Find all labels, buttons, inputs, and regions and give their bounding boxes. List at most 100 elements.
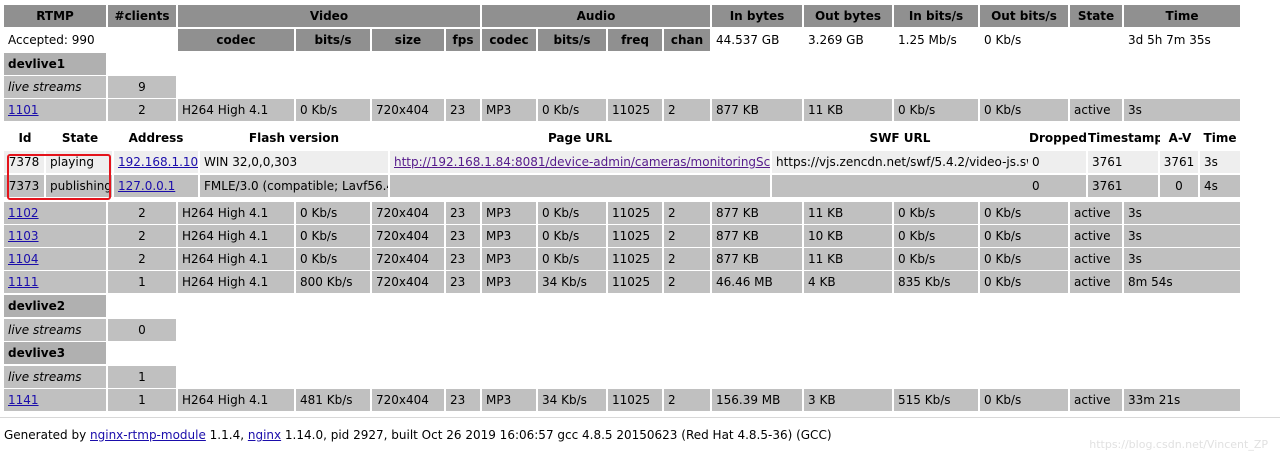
stream-out-bytes: 11 KB: [804, 202, 892, 224]
stream-fps: 23: [446, 248, 480, 270]
stream-audio-bits: 0 Kb/s: [538, 99, 606, 121]
stream-video-codec: H264 High 4.1: [178, 99, 294, 121]
stream-chan: 2: [664, 248, 710, 270]
client-header-timestamp: Timestamp: [1088, 127, 1160, 149]
stream-link-1111[interactable]: 1111: [4, 271, 106, 293]
header-state: State: [1070, 5, 1122, 27]
header-rtmp: RTMP: [4, 5, 106, 27]
stream-in-bytes: 156.39 MB: [712, 389, 802, 411]
stream-state: active: [1070, 389, 1122, 411]
footer: Generated by nginx-rtmp-module 1.1.4, ng…: [4, 427, 832, 443]
live-streams-label: live streams: [4, 319, 106, 341]
stream-in-bits: 0 Kb/s: [894, 225, 978, 247]
stream-link-1141[interactable]: 1141: [4, 389, 106, 411]
stream-in-bits: 835 Kb/s: [894, 271, 978, 293]
subheader-freq: freq: [608, 29, 662, 51]
client-dropped: 0: [1028, 151, 1086, 173]
stream-out-bits: 0 Kb/s: [980, 248, 1068, 270]
stream-out-bits: 0 Kb/s: [980, 225, 1068, 247]
client-header-state: State: [46, 127, 114, 149]
stream-video-codec: H264 High 4.1: [178, 271, 294, 293]
client-address-link[interactable]: 127.0.0.1: [114, 175, 198, 197]
stream-freq: 11025: [608, 389, 662, 411]
nginx-rtmp-module-link[interactable]: nginx-rtmp-module: [90, 428, 206, 442]
stream-time: 3s: [1124, 248, 1240, 270]
stream-chan: 2: [664, 99, 710, 121]
client-page-url-link[interactable]: http://192.168.1.84:8081/device-admin/ca…: [390, 151, 770, 173]
stream-size: 720x404: [372, 202, 444, 224]
stream-chan: 2: [664, 202, 710, 224]
stream-audio-codec: MP3: [482, 99, 536, 121]
client-av: 3761: [1160, 151, 1198, 173]
stream-fps: 23: [446, 202, 480, 224]
stream-size: 720x404: [372, 389, 444, 411]
stream-video-codec: H264 High 4.1: [178, 225, 294, 247]
summary-uptime: 3d 5h 7m 35s: [1128, 33, 1211, 47]
stream-clients: 2: [108, 99, 176, 121]
client-dropped: 0: [1028, 175, 1086, 197]
stream-audio-bits: 0 Kb/s: [538, 202, 606, 224]
live-streams-count: 0: [108, 319, 176, 341]
header-in-bits: In bits/s: [894, 5, 978, 27]
stream-clients: 1: [108, 389, 176, 411]
stream-state: active: [1070, 271, 1122, 293]
client-header-av: A-V: [1160, 127, 1200, 149]
client-page-url: [390, 175, 770, 197]
stream-link-1103[interactable]: 1103: [4, 225, 106, 247]
stream-freq: 11025: [608, 271, 662, 293]
stream-size: 720x404: [372, 99, 444, 121]
client-header-swf-url: SWF URL: [772, 127, 1028, 149]
stream-clients: 1: [108, 271, 176, 293]
stream-out-bits: 0 Kb/s: [980, 389, 1068, 411]
stream-in-bytes: 877 KB: [712, 99, 802, 121]
footer-text: Generated by: [4, 428, 91, 442]
stream-link-1102[interactable]: 1102: [4, 202, 106, 224]
subheader-size: size: [372, 29, 444, 51]
stream-clients: 2: [108, 248, 176, 270]
client-address-link[interactable]: 192.168.1.104: [114, 151, 198, 173]
client-timestamp: 3761: [1088, 151, 1158, 173]
stream-size: 720x404: [372, 271, 444, 293]
client-av: 0: [1160, 175, 1198, 197]
stream-time: 3s: [1124, 225, 1240, 247]
stream-audio-bits: 0 Kb/s: [538, 248, 606, 270]
stream-out-bytes: 3 KB: [804, 389, 892, 411]
stream-clients: 2: [108, 225, 176, 247]
stream-video-bits: 0 Kb/s: [296, 202, 370, 224]
stream-video-codec: H264 High 4.1: [178, 389, 294, 411]
client-header-dropped: Dropped: [1028, 127, 1088, 149]
stream-in-bytes: 877 KB: [712, 225, 802, 247]
client-header-flash: Flash version: [200, 127, 388, 149]
live-streams-count: 1: [108, 366, 176, 388]
stream-audio-codec: MP3: [482, 271, 536, 293]
subheader-audio-bits: bits/s: [538, 29, 606, 51]
stream-fps: 23: [446, 271, 480, 293]
client-time: 4s: [1200, 175, 1240, 197]
stream-out-bytes: 4 KB: [804, 271, 892, 293]
stream-freq: 11025: [608, 202, 662, 224]
nginx-link[interactable]: nginx: [248, 428, 281, 442]
stream-chan: 2: [664, 271, 710, 293]
stream-time: 33m 21s: [1124, 389, 1240, 411]
stream-state: active: [1070, 202, 1122, 224]
stream-link-1104[interactable]: 1104: [4, 248, 106, 270]
stream-video-bits: 800 Kb/s: [296, 271, 370, 293]
live-streams-label: live streams: [4, 366, 106, 388]
stream-time: 3s: [1124, 99, 1240, 121]
stream-in-bytes: 46.46 MB: [712, 271, 802, 293]
stream-fps: 23: [446, 225, 480, 247]
stream-time: 8m 54s: [1124, 271, 1240, 293]
subheader-chan: chan: [664, 29, 710, 51]
stream-state: active: [1070, 99, 1122, 121]
rtmp-stats-table: RTMP #clients Video Audio In bytes Out b…: [4, 5, 1244, 415]
stream-audio-bits: 34 Kb/s: [538, 271, 606, 293]
stream-video-bits: 0 Kb/s: [296, 225, 370, 247]
stream-fps: 23: [446, 389, 480, 411]
summary-in-bits: 1.25 Mb/s: [898, 33, 957, 47]
client-header-page-url: Page URL: [390, 127, 770, 149]
subheader-video-codec: codec: [178, 29, 294, 51]
client-time: 3s: [1200, 151, 1240, 173]
stream-link-1101[interactable]: 1101: [4, 99, 106, 121]
stream-freq: 11025: [608, 225, 662, 247]
stream-fps: 23: [446, 99, 480, 121]
